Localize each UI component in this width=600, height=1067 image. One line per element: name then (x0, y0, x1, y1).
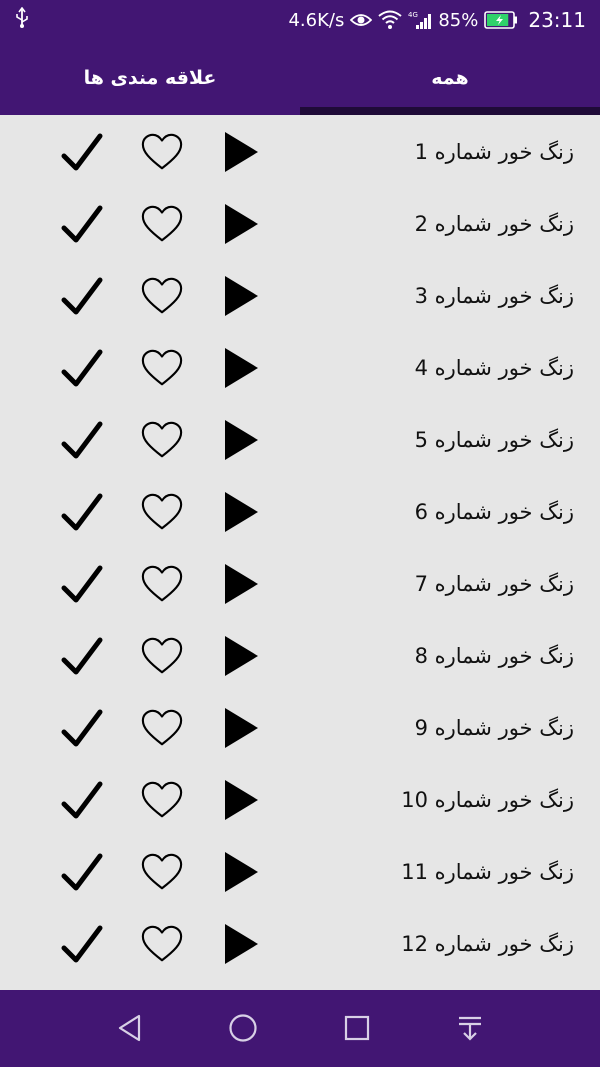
ringtone-row[interactable]: زنگ خور شماره 12 (0, 908, 600, 980)
checkmark-icon[interactable] (60, 346, 104, 390)
signal-4g-icon: 4G (408, 10, 432, 30)
tab-favorites[interactable]: علاقه مندی ها (0, 40, 300, 115)
tab-bar: علاقه مندی ها همه (0, 40, 600, 115)
ringtone-title: زنگ خور شماره 1 (414, 140, 574, 164)
play-icon[interactable] (218, 922, 262, 966)
recents-icon[interactable] (339, 1010, 375, 1046)
heart-outline-icon[interactable] (140, 202, 184, 246)
checkmark-icon[interactable] (60, 562, 104, 606)
play-icon[interactable] (218, 274, 262, 318)
heart-outline-icon[interactable] (140, 562, 184, 606)
heart-outline-icon[interactable] (140, 418, 184, 462)
battery-percent: 85% (438, 9, 479, 31)
home-icon[interactable] (225, 1010, 261, 1046)
checkmark-icon[interactable] (60, 922, 104, 966)
ringtone-title: زنگ خور شماره 11 (401, 860, 574, 884)
heart-outline-icon[interactable] (140, 490, 184, 534)
ringtone-row[interactable]: زنگ خور شماره 6 (0, 476, 600, 548)
play-icon[interactable] (218, 202, 262, 246)
heart-outline-icon[interactable] (140, 922, 184, 966)
play-icon[interactable] (218, 130, 262, 174)
checkmark-icon[interactable] (60, 418, 104, 462)
ringtone-list[interactable]: زنگ خور شماره 1 زنگ خور شماره 2 زنگ خور شم… (0, 115, 600, 990)
checkmark-icon[interactable] (60, 778, 104, 822)
ringtone-title: زنگ خور شماره 4 (414, 356, 574, 380)
back-icon[interactable] (112, 1010, 148, 1046)
play-icon[interactable] (218, 490, 262, 534)
clock: 23:11 (528, 8, 586, 32)
ringtone-title: زنگ خور شماره 10 (401, 788, 574, 812)
ringtone-row[interactable]: زنگ خور شماره 8 (0, 620, 600, 692)
ringtone-title: زنگ خور شماره 3 (414, 284, 574, 308)
ringtone-row[interactable]: زنگ خور شماره 7 (0, 548, 600, 620)
notification-pulldown-icon[interactable] (452, 1010, 488, 1046)
heart-outline-icon[interactable] (140, 706, 184, 750)
ringtone-row[interactable]: زنگ خور شماره 1 (0, 116, 600, 188)
ringtone-row[interactable]: زنگ خور شماره 9 (0, 692, 600, 764)
ringtone-title: زنگ خور شماره 8 (414, 644, 574, 668)
tab-all-label: همه (431, 66, 469, 89)
play-icon[interactable] (218, 706, 262, 750)
checkmark-icon[interactable] (60, 130, 104, 174)
status-bar: 4.6K/s 4G 85% 23:11 (0, 0, 600, 40)
network-speed: 4.6K/s (288, 9, 345, 31)
svg-text:4G: 4G (408, 11, 418, 19)
heart-outline-icon[interactable] (140, 634, 184, 678)
checkmark-icon[interactable] (60, 202, 104, 246)
heart-outline-icon[interactable] (140, 274, 184, 318)
heart-outline-icon[interactable] (140, 778, 184, 822)
checkmark-icon[interactable] (60, 274, 104, 318)
play-icon[interactable] (218, 346, 262, 390)
heart-outline-icon[interactable] (140, 346, 184, 390)
ringtone-row[interactable]: زنگ خور شماره 2 (0, 188, 600, 260)
usb-icon (14, 6, 30, 34)
play-icon[interactable] (218, 634, 262, 678)
wifi-icon (378, 10, 402, 30)
tab-favorites-label: علاقه مندی ها (83, 66, 217, 89)
play-icon[interactable] (218, 778, 262, 822)
ringtone-row[interactable]: زنگ خور شماره 4 (0, 332, 600, 404)
ringtone-row[interactable]: زنگ خور شماره 10 (0, 764, 600, 836)
tab-selected-indicator (300, 107, 600, 115)
ringtone-row[interactable]: زنگ خور شماره 3 (0, 260, 600, 332)
battery-charging-icon (484, 11, 518, 29)
status-right: 4.6K/s 4G 85% 23:11 (288, 8, 586, 32)
play-icon[interactable] (218, 850, 262, 894)
checkmark-icon[interactable] (60, 706, 104, 750)
play-icon[interactable] (218, 418, 262, 462)
ringtone-title: زنگ خور شماره 12 (401, 932, 574, 956)
ringtone-title: زنگ خور شماره 6 (414, 500, 574, 524)
tab-all[interactable]: همه (300, 40, 600, 115)
status-left (14, 6, 30, 34)
ringtone-row[interactable]: زنگ خور شماره 11 (0, 836, 600, 908)
checkmark-icon[interactable] (60, 850, 104, 894)
heart-outline-icon[interactable] (140, 850, 184, 894)
ringtone-title: زنگ خور شماره 7 (414, 572, 574, 596)
play-icon[interactable] (218, 562, 262, 606)
navigation-bar (0, 990, 600, 1067)
checkmark-icon[interactable] (60, 490, 104, 534)
ringtone-title: زنگ خور شماره 5 (414, 428, 574, 452)
ringtone-row[interactable]: زنگ خور شماره 5 (0, 404, 600, 476)
ringtone-title: زنگ خور شماره 2 (414, 212, 574, 236)
heart-outline-icon[interactable] (140, 130, 184, 174)
checkmark-icon[interactable] (60, 634, 104, 678)
eye-icon (350, 12, 373, 28)
ringtone-title: زنگ خور شماره 9 (414, 716, 574, 740)
